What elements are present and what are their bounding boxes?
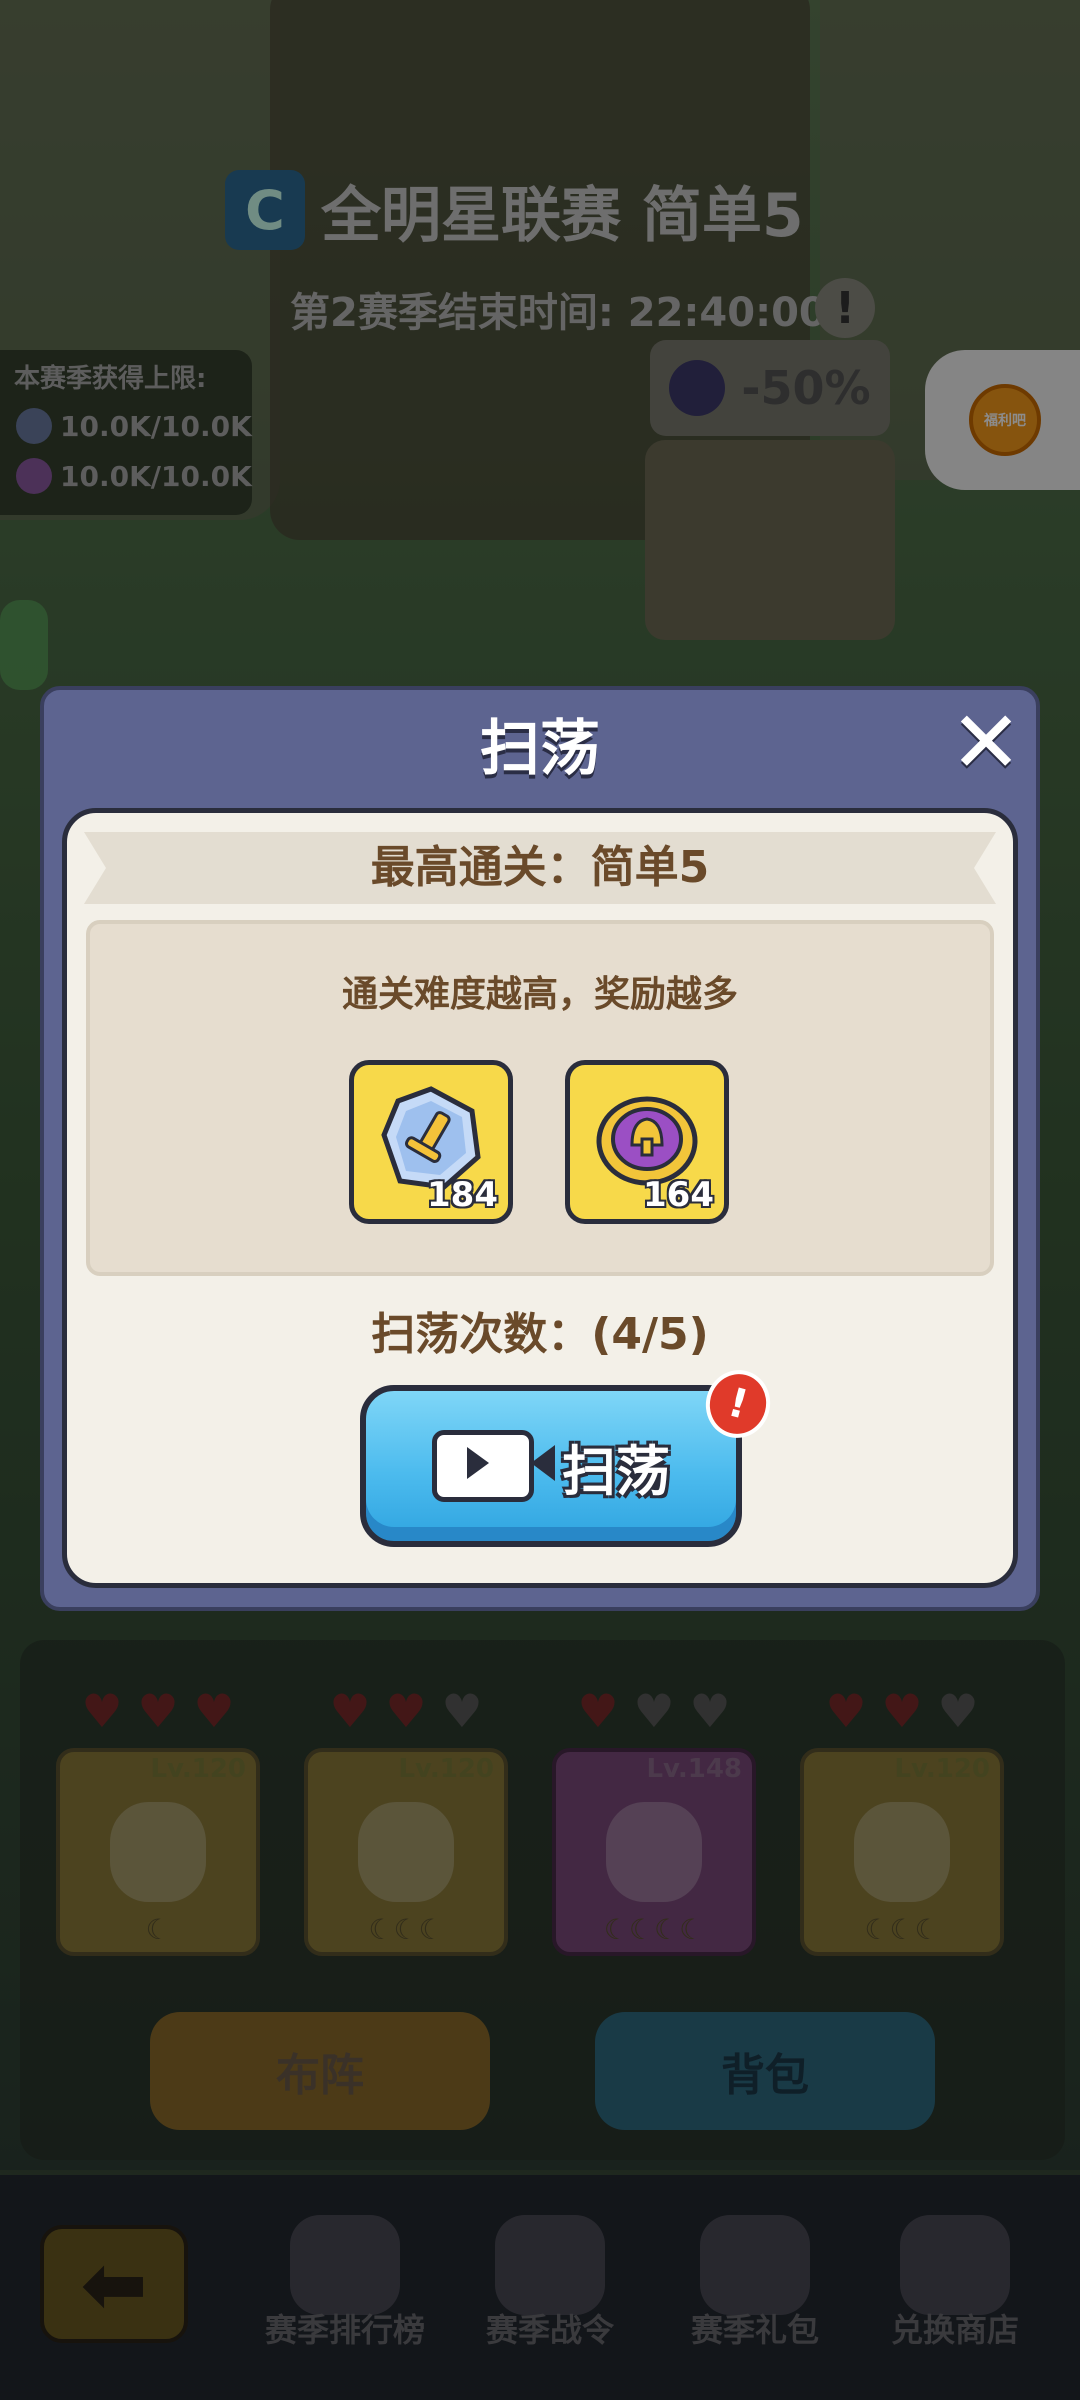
sweep-button-label: 扫荡 <box>562 1439 670 1503</box>
video-icon <box>432 1430 555 1502</box>
reward-count: 164 <box>643 1175 714 1215</box>
reward-item[interactable]: 184 <box>349 1060 513 1224</box>
highest-clear-text: 最高通关：简单5 <box>370 842 710 893</box>
reward-item[interactable]: 164 <box>565 1060 729 1224</box>
dialog-title: 扫荡 <box>480 714 600 784</box>
reward-count: 184 <box>427 1175 498 1215</box>
sweep-count: 扫荡次数：(4/5) <box>371 1309 709 1360</box>
close-icon[interactable]: ✕ <box>948 700 1024 786</box>
sweep-button[interactable]: 扫荡 <box>360 1385 742 1547</box>
reward-tip: 通关难度越高，奖励越多 <box>341 974 738 1015</box>
